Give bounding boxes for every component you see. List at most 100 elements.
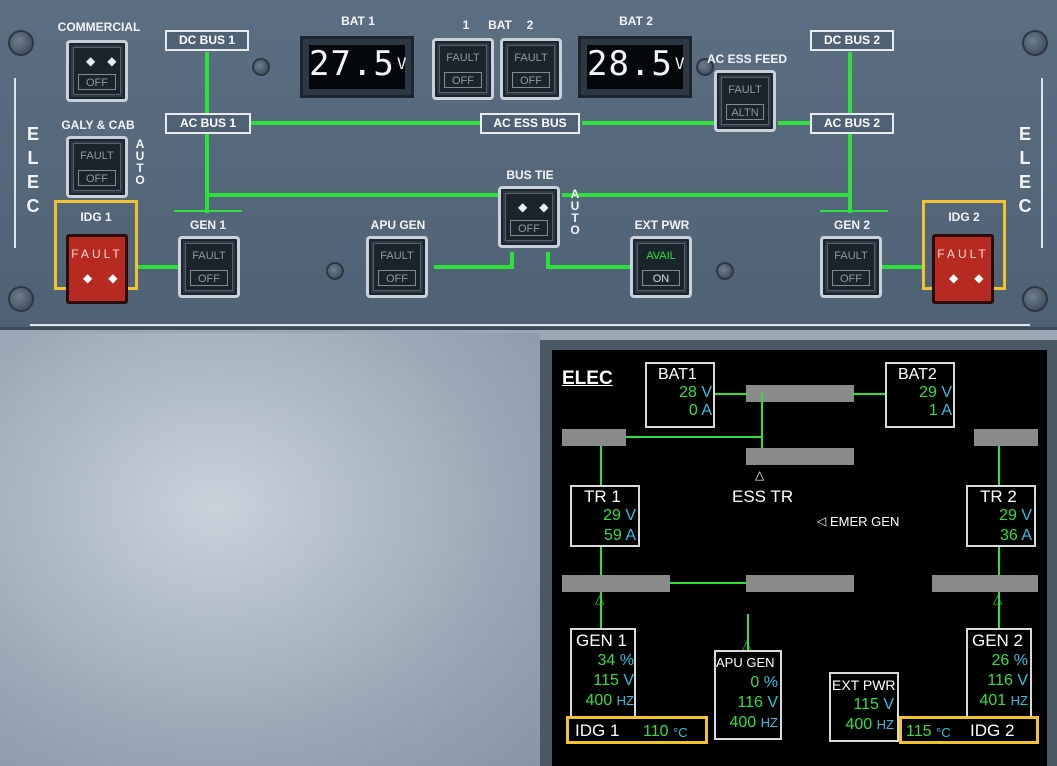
gen2-button[interactable]: FAULT OFF [820,236,882,298]
idg2-fault-light: FAULT [937,247,989,261]
ac-bus-1-label: AC BUS 1 [165,113,251,134]
bat1-button[interactable]: FAULT OFF [432,38,494,100]
gen2-volts-unit: V [1017,672,1028,689]
panel-screw [8,30,34,56]
idg1-caption: IDG 1 [80,210,112,224]
ext-pwr-on-light: ON [642,270,680,286]
bat-1-number: 1 [462,18,470,32]
bat2-label: BAT2 [898,366,937,383]
ext-pwr-freq-unit: HZ [876,717,894,732]
bat1-volts: 28 [679,384,697,401]
ext-pwr-avail-light: AVAIL [646,250,676,262]
panel-border-line [30,324,1030,326]
dc-bus-2-label: DC BUS 2 [810,30,894,51]
gen2-arrow-icon: △ [993,592,1003,606]
idg1-label: IDG 1 [575,721,620,740]
flow-line [510,252,514,268]
apu-gen-button[interactable]: FAULT OFF [366,236,428,298]
bat2-off-light: OFF [512,72,550,88]
emer-gen-label: EMER GEN [830,514,900,529]
ext-pwr-button[interactable]: AVAIL ON [630,236,692,298]
panel-screw [252,58,270,76]
tr2-volts-unit: V [1021,507,1032,524]
ext-pwr-label: EXT PWR [832,677,896,693]
flow-line [600,446,602,486]
bat1-voltage-unit: V [396,54,408,73]
flow-line [434,265,514,269]
flow-line [998,446,1000,486]
elec-overhead-panel: ELEC ELEC DC BUS 1 DC BUS 2 AC BUS 1 AC … [0,0,1057,330]
apu-gen-caption: APU GEN [370,218,426,232]
emer-gen-arrow-icon: ◁ [817,514,827,528]
gen2-caption: GEN 2 [833,218,870,232]
ess-tr-arrow-icon: △ [755,468,765,482]
bus-tie-button[interactable]: ◆◆ OFF [498,186,560,248]
ext-pwr-caption: EXT PWR [634,218,690,232]
bus-tie-auto-label: AUTO [570,187,580,237]
apu-gen-freq-unit: HZ [760,715,778,730]
idg1-fault-light: FAULT [71,247,123,261]
apu-gen-label: APU GEN [716,655,775,670]
panel-border-line [14,78,16,248]
gen2-freq-unit: HZ [1010,693,1028,708]
galy-cab-button[interactable]: FAULT OFF [66,136,128,198]
flow-line [670,582,746,584]
flow-line [205,52,209,120]
bat1-off-light: OFF [444,72,482,88]
commercial-caption: COMMERCIAL [57,20,141,34]
dc-ess-bus-bar [746,448,854,465]
ess-tr-label: ESS TR [732,487,794,506]
bat2-amps-unit: A [941,402,952,419]
dc-bus-2-bar [974,429,1038,446]
idg2-disconnect-button[interactable]: FAULT ◆◆ [932,234,994,304]
panel-border-line [1041,78,1043,248]
bat2-button[interactable]: FAULT OFF [500,38,562,100]
tr2-amps-unit: A [1021,527,1032,544]
ext-pwr-volts: 115 [853,696,879,713]
gen1-caption: GEN 1 [189,218,226,232]
flow-line [582,121,716,125]
ac-ess-feed-button[interactable]: FAULT ALTN [714,70,776,132]
bat2-volts-unit: V [941,384,952,401]
ext-pwr-freq: 400 [845,716,873,733]
idg2-temp: 115 [906,723,932,740]
button-indicator-dots: ◆◆ [518,200,561,214]
bus-tie-off-light: OFF [510,220,548,236]
gen2-load-unit: % [1013,652,1028,669]
flow-line [626,436,762,438]
panel-screw [1022,286,1048,312]
dc-bus-1-label: DC BUS 1 [165,30,249,51]
panel-screw [326,262,344,280]
apu-gen-load-unit: % [763,674,778,691]
galy-cab-caption: GALY & CAB [61,118,135,132]
ac-bus-2-label: AC BUS 2 [810,113,894,134]
ac-ess-bus-label: AC ESS BUS [480,113,580,134]
gen1-freq-unit: HZ [616,693,634,708]
button-indicator-dots: ◆◆ [86,54,129,68]
idg1-disconnect-button[interactable]: FAULT ◆◆ [66,234,128,304]
apu-gen-freq: 400 [729,714,757,731]
gen1-button[interactable]: FAULT OFF [178,236,240,298]
flow-line [137,265,179,269]
bat1-volts-unit: V [701,384,712,401]
ecam-display-bezel: ELEC △ △ △ △ ◁ BAT1 28 V 0 A BAT2 29 V 1… [540,340,1057,766]
bat1-voltage: 27.5 [309,44,395,84]
bat-caption: BAT [488,18,512,32]
gen2-label: GEN 2 [972,631,1024,650]
gen1-arrow-icon: △ [595,592,605,606]
bat2-caption: BAT 2 [619,14,653,28]
gen2-fault-light: FAULT [834,250,868,262]
bat2-voltage-unit: V [674,54,686,73]
commercial-button[interactable]: ◆◆ OFF [66,40,128,102]
commercial-off-light: OFF [78,74,116,90]
tr2-amps: 36 [999,527,1018,544]
galy-cab-off-light: OFF [78,170,116,186]
apu-gen-load: 0 [750,674,760,691]
dc-bus-1-bar [562,429,626,446]
bat1-fault-light: FAULT [446,52,480,64]
flow-line [205,193,501,197]
bat2-amps: 1 [928,402,938,419]
button-indicator-dots: ◆◆ [949,271,1000,285]
bat1-caption: BAT 1 [341,14,375,28]
tr1-volts: 29 [603,507,621,524]
